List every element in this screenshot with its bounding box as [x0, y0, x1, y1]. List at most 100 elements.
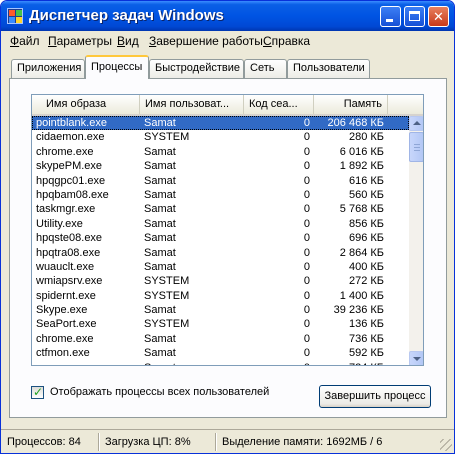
process-session: 0	[303, 217, 310, 230]
table-row[interactable]: hpqste08.exe Samat 0 696 КБ	[32, 231, 409, 245]
process-session: 0	[303, 131, 310, 144]
process-name: Skype.exe	[36, 304, 88, 317]
vertical-scrollbar[interactable]	[409, 116, 423, 365]
process-session: 0	[303, 318, 310, 331]
process-user: SYSTEM	[144, 318, 190, 331]
process-name: hpqgpc01.exe	[36, 174, 106, 187]
process-session: 0	[303, 188, 310, 201]
process-user: Samat	[144, 332, 176, 345]
process-memory: 2 864 КБ	[339, 246, 384, 259]
arrow-down-icon	[413, 357, 421, 361]
menu-file[interactable]: Файл	[10, 34, 40, 48]
process-memory: 560 КБ	[348, 188, 384, 201]
window-title: Диспетчер задач Windows	[29, 7, 224, 24]
scroll-thumb[interactable]	[409, 132, 423, 162]
process-user: Samat	[144, 304, 176, 317]
column-header-image-name[interactable]: Имя образа	[32, 95, 140, 114]
process-name: spidernt.exe	[36, 289, 96, 302]
table-row[interactable]: msmsgs.exe Samat0 724 КБ	[32, 361, 409, 365]
minimize-button[interactable]	[380, 6, 401, 27]
process-memory: 272 КБ	[348, 275, 384, 288]
process-name: skypePM.exe	[36, 160, 103, 173]
process-memory: 856 КБ	[348, 217, 384, 230]
end-process-button[interactable]: Завершить процесс	[319, 385, 431, 408]
show-all-users-label[interactable]: Отображать процессы всех пользователей	[50, 386, 269, 398]
table-row[interactable]: hpqgpc01.exe Samat 0 616 КБ	[32, 174, 409, 188]
table-row[interactable]: hpqtra08.exe Samat 0 2 864 КБ	[32, 246, 409, 260]
table-row[interactable]: wuauclt.exe Samat 0 400 КБ	[32, 260, 409, 274]
process-name: pointblank.exe	[36, 117, 107, 129]
menu-help[interactable]: Справка	[263, 34, 310, 48]
table-row[interactable]: chrome.exe Samat 0 736 КБ	[32, 332, 409, 346]
close-button[interactable]: ✕	[428, 6, 449, 27]
process-user: Samat	[144, 117, 176, 129]
maximize-button[interactable]	[404, 6, 425, 27]
process-session: 0	[303, 232, 310, 245]
list-header: Имя образа Имя пользоват... Код сеа... П…	[32, 95, 423, 116]
process-memory: 206 468 КБ	[327, 117, 384, 129]
process-user: SYSTEM	[144, 131, 190, 144]
table-row[interactable]: skypePM.exe Samat 0 1 892 КБ	[32, 159, 409, 173]
process-user: Samat	[144, 217, 176, 230]
table-row[interactable]: cidaemon.exe SYSTEM 0 280 КБ	[32, 130, 409, 144]
maximize-icon	[409, 11, 420, 21]
task-manager-window: Диспетчер задач Windows ✕ Файл Параметры…	[0, 0, 455, 454]
process-session: 0	[303, 347, 310, 360]
table-row[interactable]: Skype.exe Samat 0 39 236 КБ	[32, 303, 409, 317]
close-icon: ✕	[433, 9, 444, 24]
task-manager-icon	[7, 8, 23, 24]
status-cpu-usage: Загрузка ЦП: 8%	[105, 436, 191, 448]
process-memory: 1 892 КБ	[339, 160, 384, 173]
tab-applications[interactable]: Приложения	[11, 59, 85, 79]
scroll-up-button[interactable]	[409, 116, 423, 131]
process-session: 0	[303, 260, 310, 273]
process-name: taskmgr.exe	[36, 203, 96, 216]
table-row[interactable]: ctfmon.exe Samat 0 592 КБ	[32, 346, 409, 360]
process-session: 0	[303, 160, 310, 173]
menu-shutdown[interactable]: Завершение работы	[149, 34, 263, 48]
process-session: 0	[303, 275, 310, 288]
process-user: Samat	[144, 361, 242, 365]
process-list[interactable]: Имя образа Имя пользоват... Код сеа... П…	[31, 94, 424, 366]
column-header-memory[interactable]: Память	[314, 95, 388, 114]
table-row[interactable]: hpqbam08.exe Samat 0 560 КБ	[32, 188, 409, 202]
process-session: 0	[303, 289, 310, 302]
table-row[interactable]: pointblank.exe Samat 0 206 468 КБ	[32, 116, 409, 131]
status-bar: Процессов: 84 Загрузка ЦП: 8% Выделение …	[1, 429, 454, 453]
table-row[interactable]: Utility.exe Samat 0 856 КБ	[32, 217, 409, 231]
process-user: SYSTEM	[144, 289, 190, 302]
show-all-users-checkbox[interactable]: ✓	[31, 385, 44, 399]
column-header-session-id[interactable]: Код сеа...	[244, 95, 314, 114]
menu-view[interactable]: Вид	[117, 34, 139, 48]
process-memory: 592 КБ	[348, 347, 384, 360]
menu-bar: Файл Параметры Вид Завершение работы Спр…	[1, 31, 454, 51]
process-memory: 696 КБ	[348, 232, 384, 245]
column-header-user-name[interactable]: Имя пользоват...	[140, 95, 244, 114]
table-row[interactable]: SeaPort.exe SYSTEM 0 136 КБ	[32, 317, 409, 331]
process-user: SYSTEM	[144, 275, 190, 288]
process-rows: pointblank.exe Samat 0 206 468 КБ cidaemon.e…	[32, 116, 409, 365]
table-row[interactable]: wmiapsrv.exe SYSTEM 0 272 КБ	[32, 274, 409, 288]
tab-strip: Приложения Процессы Быстродействие Сеть …	[1, 55, 454, 79]
process-name: cidaemon.exe	[36, 131, 105, 144]
table-row[interactable]: chrome.exe Samat 0 6 016 КБ	[32, 145, 409, 159]
scroll-down-button[interactable]	[409, 351, 423, 365]
tab-performance[interactable]: Быстродействие	[149, 59, 244, 79]
menu-options[interactable]: Параметры	[48, 34, 112, 48]
process-name: hpqtra08.exe	[36, 246, 101, 259]
checkmark-icon: ✓	[33, 385, 44, 399]
resize-grip-icon[interactable]	[440, 439, 452, 451]
title-bar[interactable]: Диспетчер задач Windows ✕	[1, 1, 454, 31]
process-name: chrome.exe	[36, 145, 94, 158]
tab-users[interactable]: Пользователи	[287, 59, 370, 79]
process-user: Samat	[144, 246, 176, 259]
process-session: 0	[303, 145, 310, 158]
process-session: 0	[303, 117, 310, 129]
process-memory: 616 КБ	[348, 174, 384, 187]
tab-processes[interactable]: Процессы	[85, 55, 149, 79]
process-user: Samat	[144, 232, 176, 245]
table-row[interactable]: taskmgr.exe Samat 0 5 768 КБ	[32, 202, 409, 216]
process-session: 0	[303, 203, 310, 216]
tab-network[interactable]: Сеть	[244, 59, 287, 79]
table-row[interactable]: spidernt.exe SYSTEM 0 1 400 КБ	[32, 289, 409, 303]
